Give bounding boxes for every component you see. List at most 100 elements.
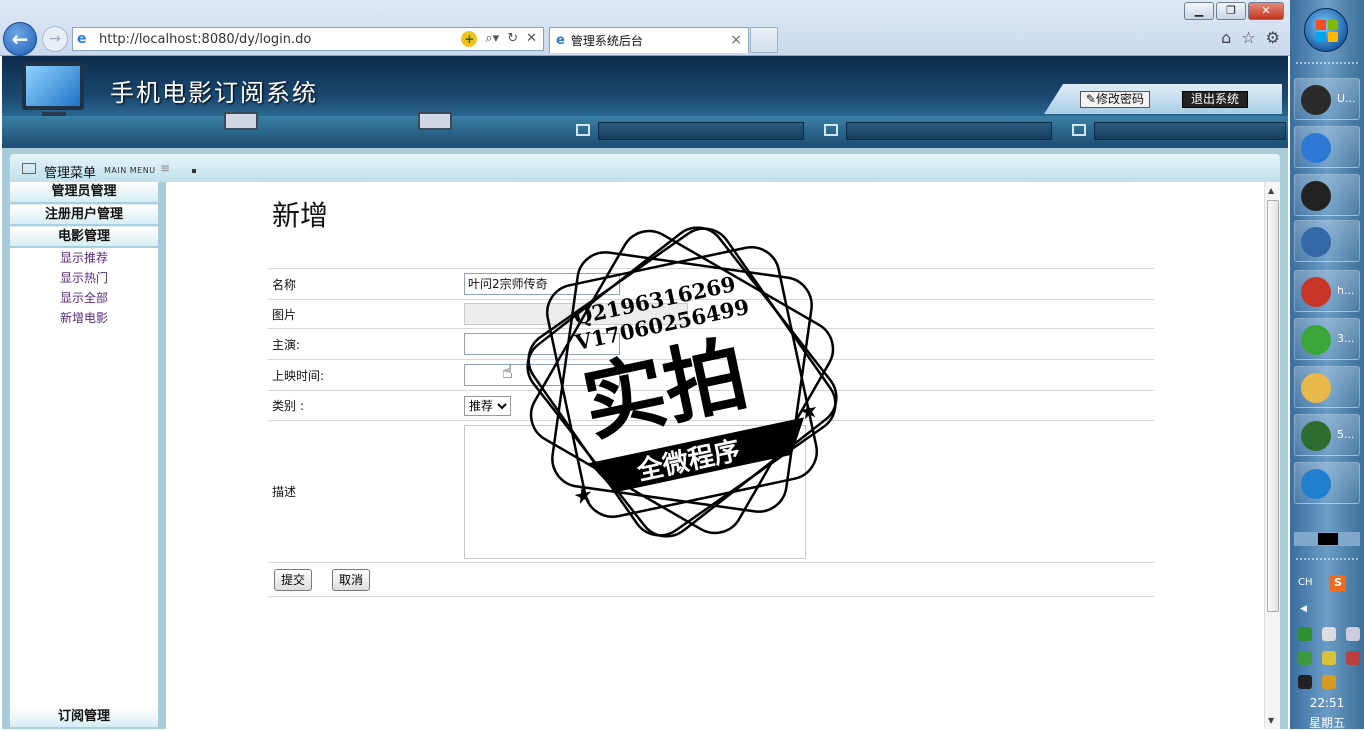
forward-button[interactable]: → <box>42 26 68 52</box>
browser-toolbar: ← → e http://localhost:8080/dy/login.do … <box>0 0 1290 56</box>
monitor-decor-icon <box>224 112 258 130</box>
taskbar-item[interactable] <box>1294 126 1360 168</box>
update-icon[interactable] <box>1298 651 1312 665</box>
tab-title: 管理系统后台 <box>570 34 643 48</box>
start-button[interactable] <box>1304 8 1348 52</box>
back-button[interactable]: ← <box>3 22 37 56</box>
taskbar-item[interactable]: 3... <box>1294 318 1360 360</box>
minimize-button[interactable]: ▁ <box>1184 2 1214 20</box>
address-url[interactable]: http://localhost:8080/dy/login.do <box>99 32 311 47</box>
sidebar-section-subscriptions[interactable]: 订阅管理 <box>10 707 158 729</box>
stop-icon[interactable]: ✕ <box>526 31 537 47</box>
actor-label: 主演: <box>272 337 301 352</box>
name-label: 名称 <box>272 277 297 292</box>
menu-subtitle: MAIN MENU <box>104 166 156 175</box>
qq-tray-icon[interactable] <box>1322 651 1336 665</box>
sidebar-section-movies[interactable]: 电影管理 <box>10 226 158 248</box>
address-bar[interactable]: e http://localhost:8080/dy/login.do + ⌕▾… <box>72 27 544 51</box>
qq-penguin-icon <box>1301 181 1331 211</box>
language-indicator[interactable]: CH <box>1298 577 1313 588</box>
tab-close-icon[interactable]: × <box>730 32 742 48</box>
menu-title: 管理菜单 <box>44 166 97 181</box>
back-arrow-icon: ← <box>11 27 29 51</box>
windows-taskbar: U... h... 3... 5... CH S ◀ 22:51 星期五 <box>1290 0 1364 730</box>
restore-button[interactable]: ❐ <box>1216 2 1246 20</box>
close-window-button[interactable]: ✕ <box>1248 2 1284 20</box>
settings-gear-icon[interactable]: ⚙ <box>1266 28 1280 47</box>
sidebar-link-hot[interactable]: 显示热门 <box>10 268 158 288</box>
screen-icon <box>576 124 590 136</box>
remote-desktop-icon <box>1301 227 1331 257</box>
windows-flag-icon <box>1316 20 1338 42</box>
taskbar-item[interactable] <box>1294 462 1360 504</box>
menu-panel-icon <box>22 163 36 174</box>
sidebar: 管理员管理 注册用户管理 电影管理 显示推荐 显示热门 显示全部 新增电影 订阅… <box>10 182 158 729</box>
new-tab-button[interactable] <box>750 27 778 53</box>
home-icon[interactable]: ⌂ <box>1221 28 1231 47</box>
vertical-scrollbar[interactable]: ▲ ▼ <box>1264 182 1280 729</box>
screen-icon <box>1072 124 1086 136</box>
device-icon[interactable] <box>1322 627 1336 641</box>
compat-view-icon[interactable]: + <box>461 31 478 47</box>
taskbar-item[interactable]: U... <box>1294 78 1360 120</box>
sidebar-section-admin[interactable]: 管理员管理 <box>10 182 158 204</box>
taskbar-item[interactable] <box>1294 174 1360 216</box>
taskbar-item[interactable] <box>1294 366 1360 408</box>
taskbar-item-label: 3... <box>1337 332 1355 345</box>
menu-header: 管理菜单 MAIN MENU ≡ <box>10 154 1280 182</box>
sidebar-link-add-movie[interactable]: 新增电影 <box>10 308 158 328</box>
sidebar-link-recommended[interactable]: 显示推荐 <box>10 248 158 268</box>
monitor-decor-icon <box>418 112 452 130</box>
ultraedit-icon <box>1301 85 1331 115</box>
image-label: 图片 <box>272 307 297 322</box>
taskbar-item-label: 5... <box>1337 428 1355 441</box>
monitor-logo-icon <box>22 62 84 110</box>
submit-button[interactable]: 提交 <box>274 568 313 591</box>
cancel-button[interactable]: 取消 <box>332 568 371 591</box>
scroll-thumb[interactable] <box>1267 200 1279 612</box>
taskbar-item-label: h... <box>1337 284 1355 297</box>
taskbar-item[interactable]: h... <box>1294 270 1360 312</box>
favorites-star-icon[interactable]: ☆ <box>1241 28 1255 47</box>
star-icon: ★ <box>797 398 822 427</box>
forward-arrow-icon: → <box>49 31 61 47</box>
category-select[interactable]: 推荐 <box>464 395 511 416</box>
watermark-stamp: Q2196316269 V17060256499 实拍 全微程序 ★ ★ <box>526 226 838 538</box>
sidebar-link-all[interactable]: 显示全部 <box>10 288 158 308</box>
tray-expand-icon[interactable]: ◀ <box>1300 604 1307 614</box>
app-header: 手机电影订阅系统 ✎修改密码 退出系统 <box>2 56 1288 148</box>
folder-icon <box>1301 373 1331 403</box>
taskbar-item[interactable]: 5... <box>1294 414 1360 456</box>
ie-tab-icon: e <box>556 33 565 48</box>
page-title: 新增 <box>272 199 329 232</box>
amd-icon <box>1301 421 1331 451</box>
screen-icon <box>824 124 838 136</box>
sidebar-section-users[interactable]: 注册用户管理 <box>10 204 158 226</box>
clock-time[interactable]: 22:51 <box>1290 696 1364 710</box>
tab-admin[interactable]: e 管理系统后台 × <box>549 27 749 53</box>
change-password-button[interactable]: ✎修改密码 <box>1079 91 1150 108</box>
ie-page-icon: e <box>77 31 87 47</box>
language-bar[interactable] <box>1294 532 1360 546</box>
qq-penguin-tray-icon[interactable] <box>1298 675 1312 689</box>
search-icon[interactable]: ⌕▾ <box>485 31 499 47</box>
scroll-up-icon[interactable]: ▲ <box>1268 186 1274 195</box>
taskbar-item[interactable] <box>1294 220 1360 262</box>
menu-grip-icon[interactable]: ≡ <box>160 161 170 175</box>
sogou-ime-icon[interactable]: S <box>1330 575 1346 591</box>
scroll-down-icon[interactable]: ▼ <box>1268 716 1274 725</box>
category-label: 类别 : <box>272 399 304 413</box>
taskbar-item-label: U... <box>1337 92 1356 105</box>
browser-window: ← → e http://localhost:8080/dy/login.do … <box>0 0 1290 729</box>
security-shield-icon[interactable] <box>1298 627 1312 641</box>
qq-penguin-tray-icon[interactable] <box>1322 675 1336 689</box>
release-time-label: 上映时间: <box>272 368 325 383</box>
network-error-icon[interactable] <box>1346 651 1360 665</box>
star-icon: ★ <box>571 482 596 511</box>
logout-button[interactable]: 退出系统 <box>1181 91 1248 108</box>
app-title: 手机电影订阅系统 <box>110 79 318 107</box>
app-avatar-icon <box>1301 277 1331 307</box>
clock-weekday: 星期五 <box>1308 716 1345 730</box>
refresh-icon[interactable]: ↻ <box>507 31 518 47</box>
volume-icon[interactable] <box>1346 627 1360 641</box>
